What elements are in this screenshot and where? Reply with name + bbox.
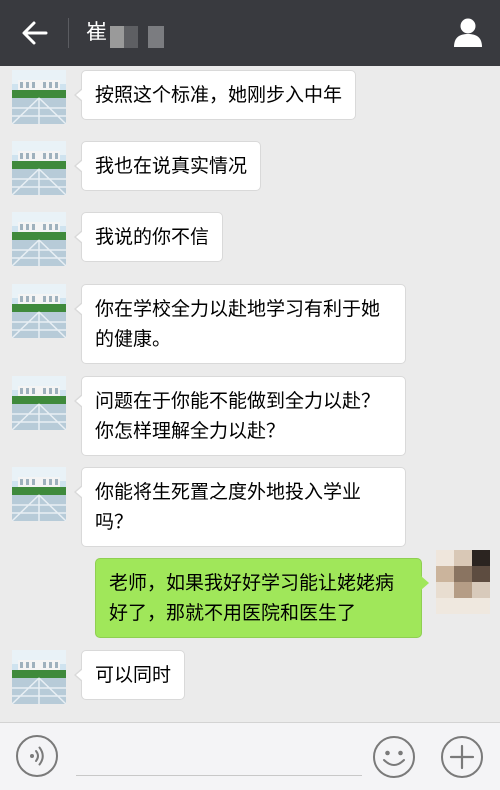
contact-avatar[interactable] bbox=[12, 376, 66, 430]
message-bubble[interactable]: 可以同时 bbox=[73, 650, 186, 700]
input-bar bbox=[0, 722, 500, 790]
emoji-icon[interactable] bbox=[372, 735, 416, 779]
my-avatar[interactable] bbox=[436, 550, 490, 614]
back-arrow-icon[interactable] bbox=[18, 16, 52, 50]
message-text: 吗？ bbox=[95, 511, 134, 533]
mosaic-censor bbox=[124, 26, 138, 48]
chat-area[interactable]: 按照这个标准，她刚步入中年 我也在说真实情况 我说的你不信 你在学校全力以赴地学… bbox=[0, 66, 500, 722]
mosaic-censor bbox=[110, 26, 124, 48]
message-text: 可以同时 bbox=[95, 664, 172, 686]
message-text: 老师，如果我好好学习能让姥姥病 bbox=[109, 572, 395, 594]
message-input[interactable] bbox=[76, 775, 362, 776]
message-bubble[interactable]: 我也在说真实情况 bbox=[73, 141, 262, 191]
message-bubble[interactable]: 问题在于你能不能做到全力以赴？ 你怎样理解全力以赴？ bbox=[74, 376, 406, 456]
chat-title: 崔 bbox=[86, 20, 107, 44]
message-text: 问题在于你能不能做到全力以赴？ bbox=[95, 390, 381, 412]
plus-icon[interactable] bbox=[440, 735, 484, 779]
header-divider bbox=[68, 18, 69, 48]
message-text: 按照这个标准，她刚步入中年 bbox=[95, 84, 343, 106]
message-text: 你怎样理解全力以赴？ bbox=[95, 420, 286, 442]
message-text: 你能将生死置之度外地投入学业 bbox=[95, 481, 362, 503]
contact-avatar[interactable] bbox=[12, 467, 66, 521]
top-bar: 崔 bbox=[0, 0, 500, 66]
contact-avatar[interactable] bbox=[12, 284, 66, 338]
message-text: 我也在说真实情况 bbox=[95, 155, 248, 177]
message-bubble[interactable]: 你在学校全力以赴地学习有利于她 的健康。 bbox=[74, 284, 406, 364]
message-text: 我说的你不信 bbox=[95, 226, 210, 248]
contact-avatar[interactable] bbox=[12, 212, 66, 266]
message-bubble[interactable]: 按照这个标准，她刚步入中年 bbox=[73, 70, 357, 120]
contact-avatar[interactable] bbox=[12, 70, 66, 124]
outgoing-message-bubble[interactable]: 老师，如果我好好学习能让姥姥病 好了，那就不用医院和医生了 bbox=[95, 558, 429, 638]
person-icon[interactable] bbox=[450, 14, 486, 50]
voice-icon[interactable] bbox=[16, 735, 58, 777]
mosaic-censor bbox=[148, 26, 164, 48]
message-text: 好了，那就不用医院和医生了 bbox=[109, 602, 357, 624]
message-text: 你在学校全力以赴地学习有利于她 bbox=[95, 298, 381, 320]
message-text: 的健康。 bbox=[95, 328, 172, 350]
contact-avatar[interactable] bbox=[12, 650, 66, 704]
message-bubble[interactable]: 我说的你不信 bbox=[73, 212, 224, 262]
message-bubble[interactable]: 你能将生死置之度外地投入学业 吗？ bbox=[74, 467, 406, 547]
contact-avatar[interactable] bbox=[12, 141, 66, 195]
